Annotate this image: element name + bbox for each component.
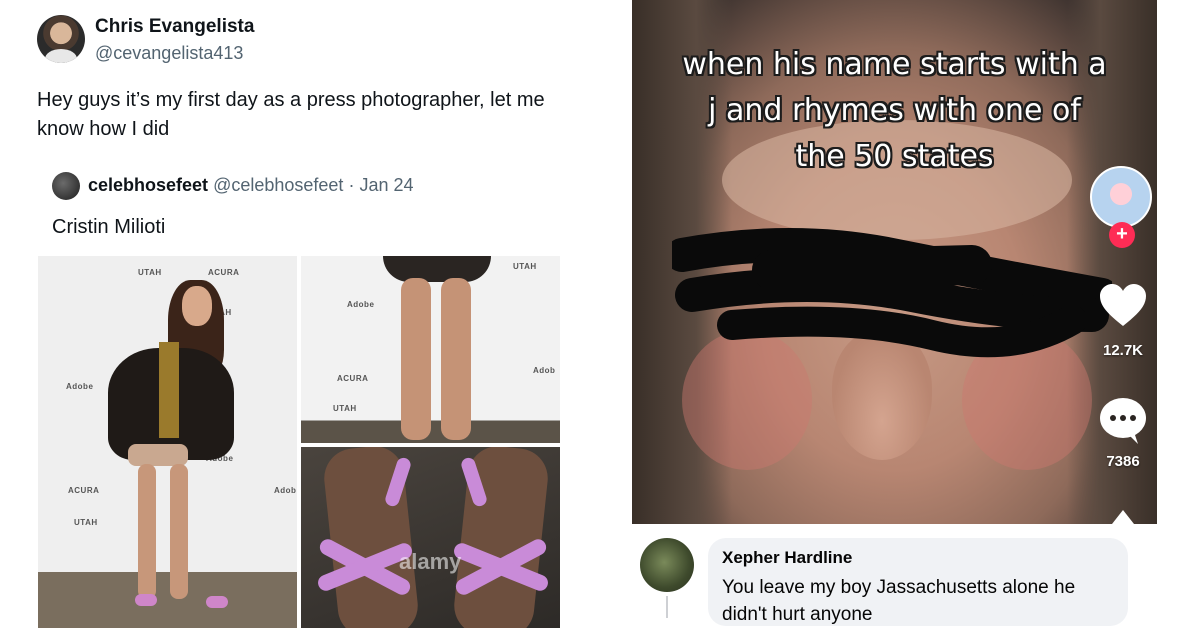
wall-logo: Adob xyxy=(274,486,297,495)
commenter-name[interactable]: Xepher Hardline xyxy=(722,548,852,568)
heart-icon[interactable] xyxy=(1098,282,1148,330)
follow-plus-icon[interactable]: + xyxy=(1109,222,1135,248)
profile-avatar[interactable] xyxy=(1090,166,1152,228)
comments-count: 7386 xyxy=(1106,453,1140,470)
share-icon[interactable] xyxy=(1110,508,1136,524)
facebook-comment: Xepher Hardline You leave my boy Jassach… xyxy=(632,524,1157,628)
quote-photo-3[interactable]: alamy xyxy=(301,447,560,628)
comment-bubble: Xepher Hardline You leave my boy Jassach… xyxy=(708,538,1128,626)
wall-logo: UTAH xyxy=(74,518,98,527)
watermark-text: alamy xyxy=(399,549,462,574)
quote-header: celebhosefeet @celebhosefeet · Jan 24 xyxy=(88,175,414,196)
quote-photo-1[interactable]: UTAH ACURA Adobe ACURA UTAH Adobe Adob U… xyxy=(38,256,297,628)
wall-logo: ACURA xyxy=(68,486,100,495)
wall-logo: UTAH xyxy=(513,262,537,271)
wall-logo: ACURA xyxy=(337,374,369,383)
tweet-text: Hey guys it’s my first day as a press ph… xyxy=(37,89,545,140)
wall-logo: UTAH xyxy=(333,404,357,413)
quote-author-avatar[interactable] xyxy=(52,172,80,200)
wall-logo: Adobe xyxy=(66,382,94,391)
commenter-avatar[interactable] xyxy=(640,538,694,592)
author-avatar[interactable] xyxy=(37,15,85,63)
likes-count: 12.7K xyxy=(1102,342,1144,359)
tweet-card: Chris Evangelista @cevangelista413 Hey g… xyxy=(0,0,600,628)
quote-date[interactable]: · Jan 24 xyxy=(348,175,413,195)
quote-author-name[interactable]: celebhosefeet xyxy=(88,175,208,195)
tiktok-frame: when his name starts with a j and rhymes… xyxy=(632,0,1157,524)
author-name[interactable]: Chris Evangelista xyxy=(95,16,254,38)
censor-scribble xyxy=(672,228,1112,358)
quote-text: Cristin Milioti xyxy=(52,216,166,238)
meme-caption: when his name starts with a j and rhymes… xyxy=(632,42,1157,180)
wall-logo: Adobe xyxy=(347,300,375,309)
caption-line: when his name starts with a xyxy=(682,47,1107,82)
caption-line: the 50 states xyxy=(795,139,994,174)
author-handle[interactable]: @cevangelista413 xyxy=(95,43,243,64)
caption-line: j and rhymes with one of xyxy=(708,93,1081,128)
wall-logo: ACURA xyxy=(208,268,240,277)
quote-author-handle[interactable]: @celebhosefeet xyxy=(213,175,343,195)
comment-icon[interactable] xyxy=(1098,396,1148,446)
quote-photo-2[interactable]: UTAH ACURA Adobe UTAH Adob xyxy=(301,256,560,443)
wall-logo: Adob xyxy=(533,366,556,375)
comment-text: You leave my boy Jassachusetts alone he … xyxy=(722,577,1076,625)
wall-logo: UTAH xyxy=(138,268,162,277)
thread-line xyxy=(666,596,668,618)
